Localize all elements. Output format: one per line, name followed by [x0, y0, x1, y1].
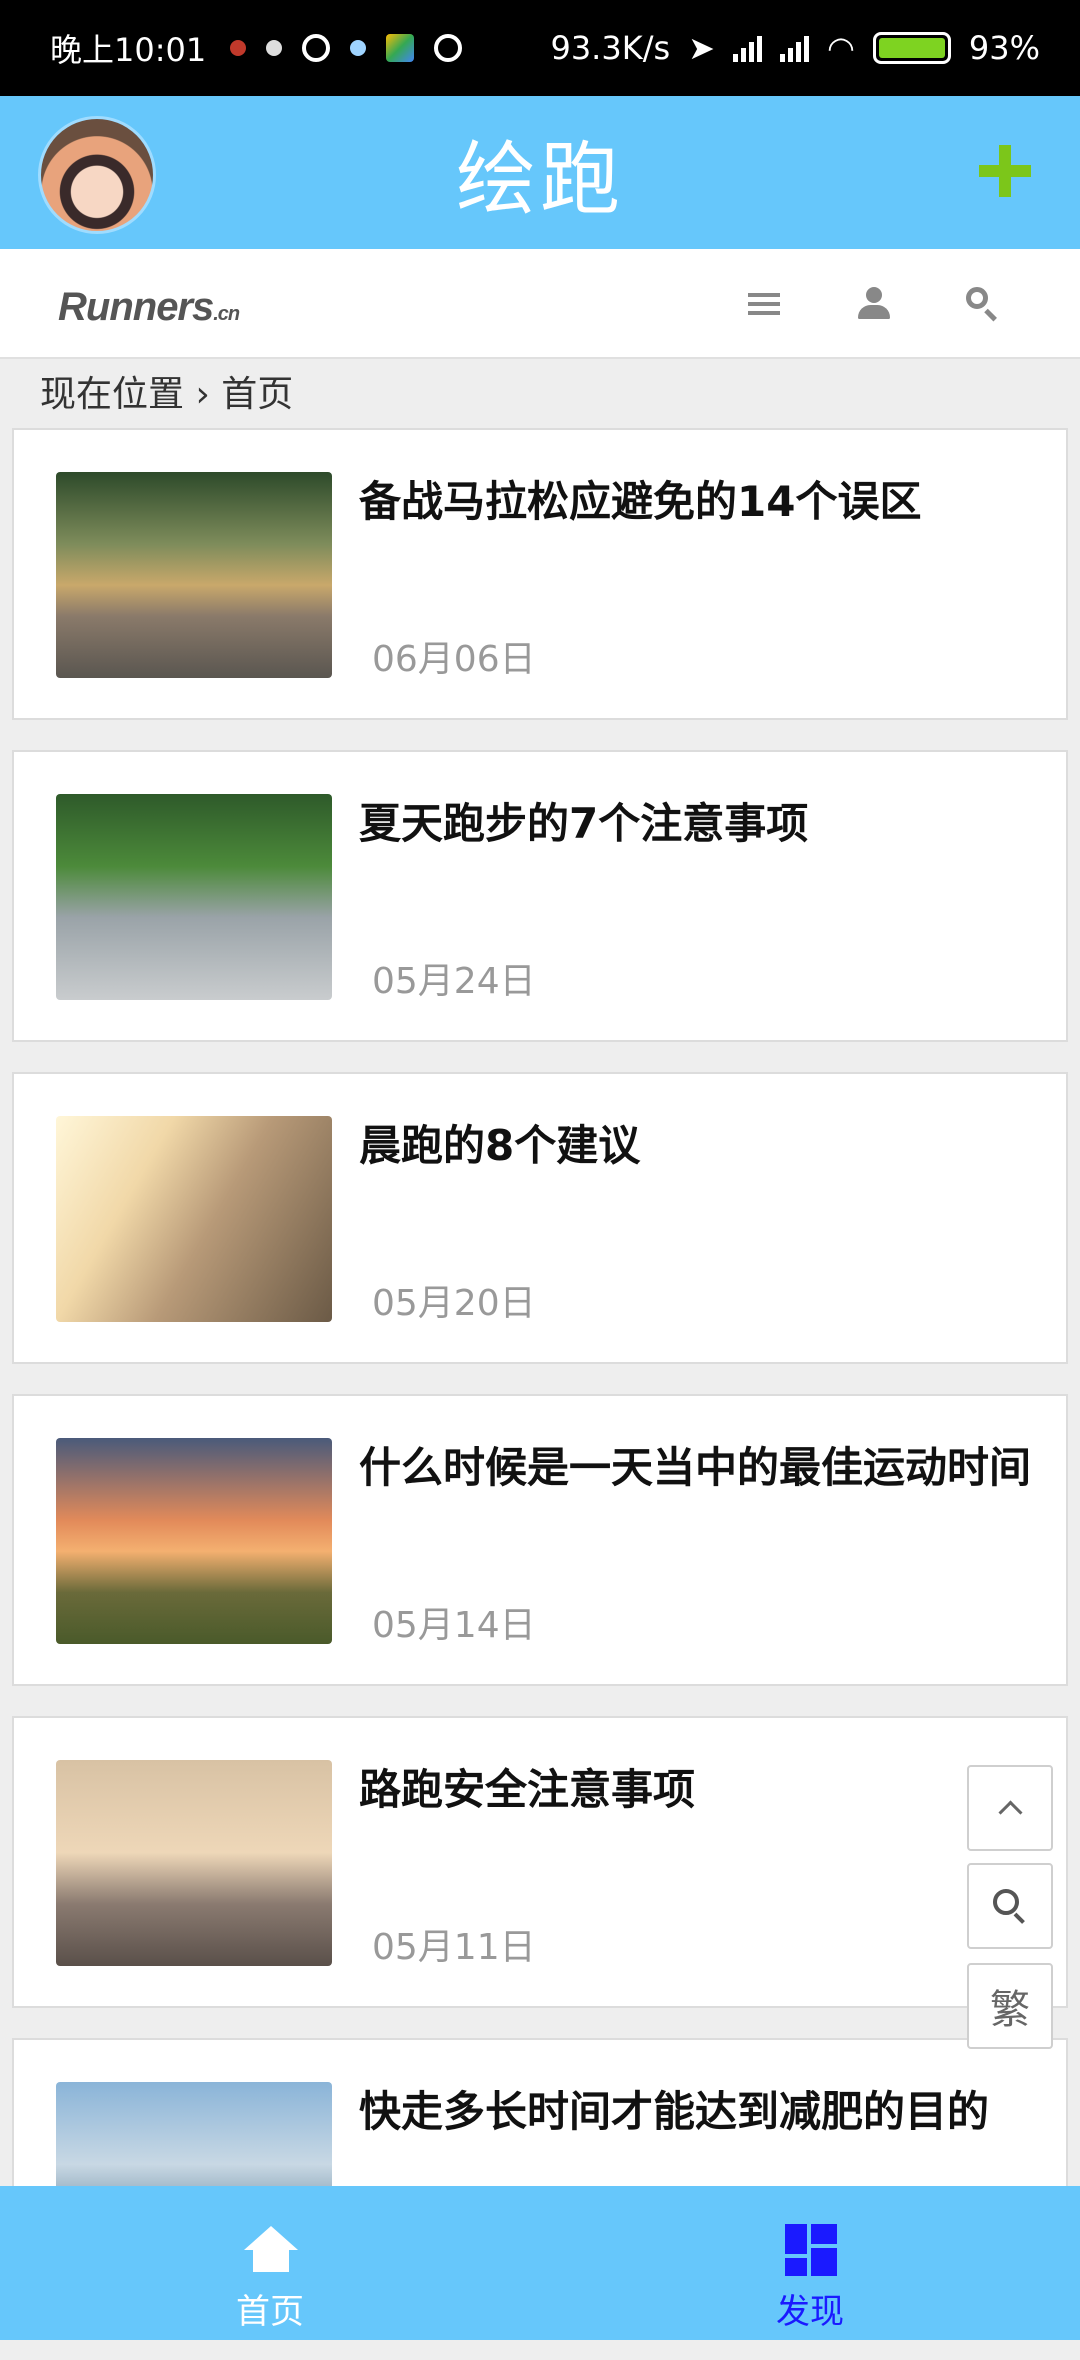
app-notification-icon: [350, 40, 367, 56]
list-item[interactable]: 晨跑的8个建议 05月20日: [12, 1072, 1068, 1364]
traditional-label: 繁: [990, 1987, 1030, 2033]
app-notification-icon: [266, 40, 283, 56]
add-button[interactable]: [975, 141, 1035, 201]
menu-icon[interactable]: [740, 281, 786, 327]
avatar[interactable]: [38, 116, 156, 234]
bottom-tab-bar: 首页 发现: [0, 2186, 1080, 2340]
app-notification-icon: [230, 40, 247, 56]
page-title: 绘跑: [456, 132, 624, 226]
article-thumbnail[interactable]: [56, 1438, 332, 1644]
list-item[interactable]: 夏天跑步的7个注意事项 05月24日: [12, 750, 1068, 1042]
article-thumbnail[interactable]: [56, 794, 332, 1000]
site-logo[interactable]: Runners.cn: [58, 285, 240, 330]
scroll-top-button[interactable]: [967, 1765, 1053, 1851]
search-icon: [993, 1889, 1027, 1923]
signal-icon: [779, 34, 809, 62]
article-title[interactable]: 夏天跑步的7个注意事项: [359, 792, 1049, 856]
tab-label: 发现: [776, 2292, 844, 2332]
list-item[interactable]: 备战马拉松应避免的14个误区 06月06日: [12, 428, 1068, 720]
article-title[interactable]: 路跑安全注意事项: [359, 1758, 1049, 1822]
chevron-up-icon: [997, 1799, 1023, 1825]
article-title[interactable]: 晨跑的8个建议: [359, 1114, 1049, 1178]
tab-home[interactable]: 首页: [0, 2186, 540, 2340]
breadcrumb: 现在位置 › 首页: [40, 374, 294, 415]
logo-suffix: .cn: [213, 303, 240, 325]
article-date: 05月11日: [372, 1927, 536, 1968]
user-icon[interactable]: [850, 281, 896, 327]
article-date: 05月14日: [372, 1605, 536, 1646]
status-right: 93.3K/s ➤ ◠ 93%: [550, 29, 1040, 67]
logo-text: Runners: [58, 285, 214, 329]
article-title[interactable]: 备战马拉松应避免的14个误区: [359, 470, 1049, 534]
site-nav: Runners.cn: [0, 249, 1080, 359]
app-notification-icon: [434, 34, 463, 62]
app-notification-icon: [302, 34, 331, 62]
article-date: 05月20日: [372, 1283, 536, 1324]
app-notification-icon: [386, 34, 415, 62]
float-search-button[interactable]: [967, 1863, 1053, 1949]
tab-label: 首页: [236, 2292, 304, 2332]
location-icon: ➤: [688, 29, 715, 67]
article-date: 05月24日: [372, 961, 536, 1002]
battery-icon: [872, 32, 951, 64]
search-icon[interactable]: [960, 281, 1006, 327]
tab-discover[interactable]: 发现: [540, 2186, 1080, 2340]
status-bar: 晚上10:01 93.3K/s ➤ ◠ 93%: [0, 0, 1080, 96]
article-title[interactable]: 快走多长时间才能达到减肥的目的: [359, 2080, 1049, 2144]
app-header: 绘跑: [0, 96, 1080, 249]
dashboard-icon: [785, 2224, 837, 2276]
article-list: 备战马拉松应避免的14个误区 06月06日 夏天跑步的7个注意事项 05月24日…: [12, 428, 1068, 2360]
battery-percent: 93%: [968, 29, 1040, 67]
list-item[interactable]: 路跑安全注意事项 05月11日: [12, 1716, 1068, 2008]
traditional-chinese-button[interactable]: 繁: [967, 1963, 1053, 2049]
wifi-icon: ◠: [826, 29, 855, 67]
home-icon: [244, 2226, 298, 2274]
article-thumbnail[interactable]: [56, 1116, 332, 1322]
article-thumbnail[interactable]: [56, 1760, 332, 1966]
signal-icon: [732, 34, 762, 62]
article-title[interactable]: 什么时候是一天当中的最佳运动时间: [359, 1436, 1049, 1500]
network-speed: 93.3K/s: [550, 29, 671, 67]
article-date: 06月06日: [372, 639, 536, 680]
list-item[interactable]: 什么时候是一天当中的最佳运动时间 05月14日: [12, 1394, 1068, 1686]
status-time: 晚上10:01: [50, 31, 207, 69]
article-thumbnail[interactable]: [56, 472, 332, 678]
notification-icons: [230, 34, 463, 62]
